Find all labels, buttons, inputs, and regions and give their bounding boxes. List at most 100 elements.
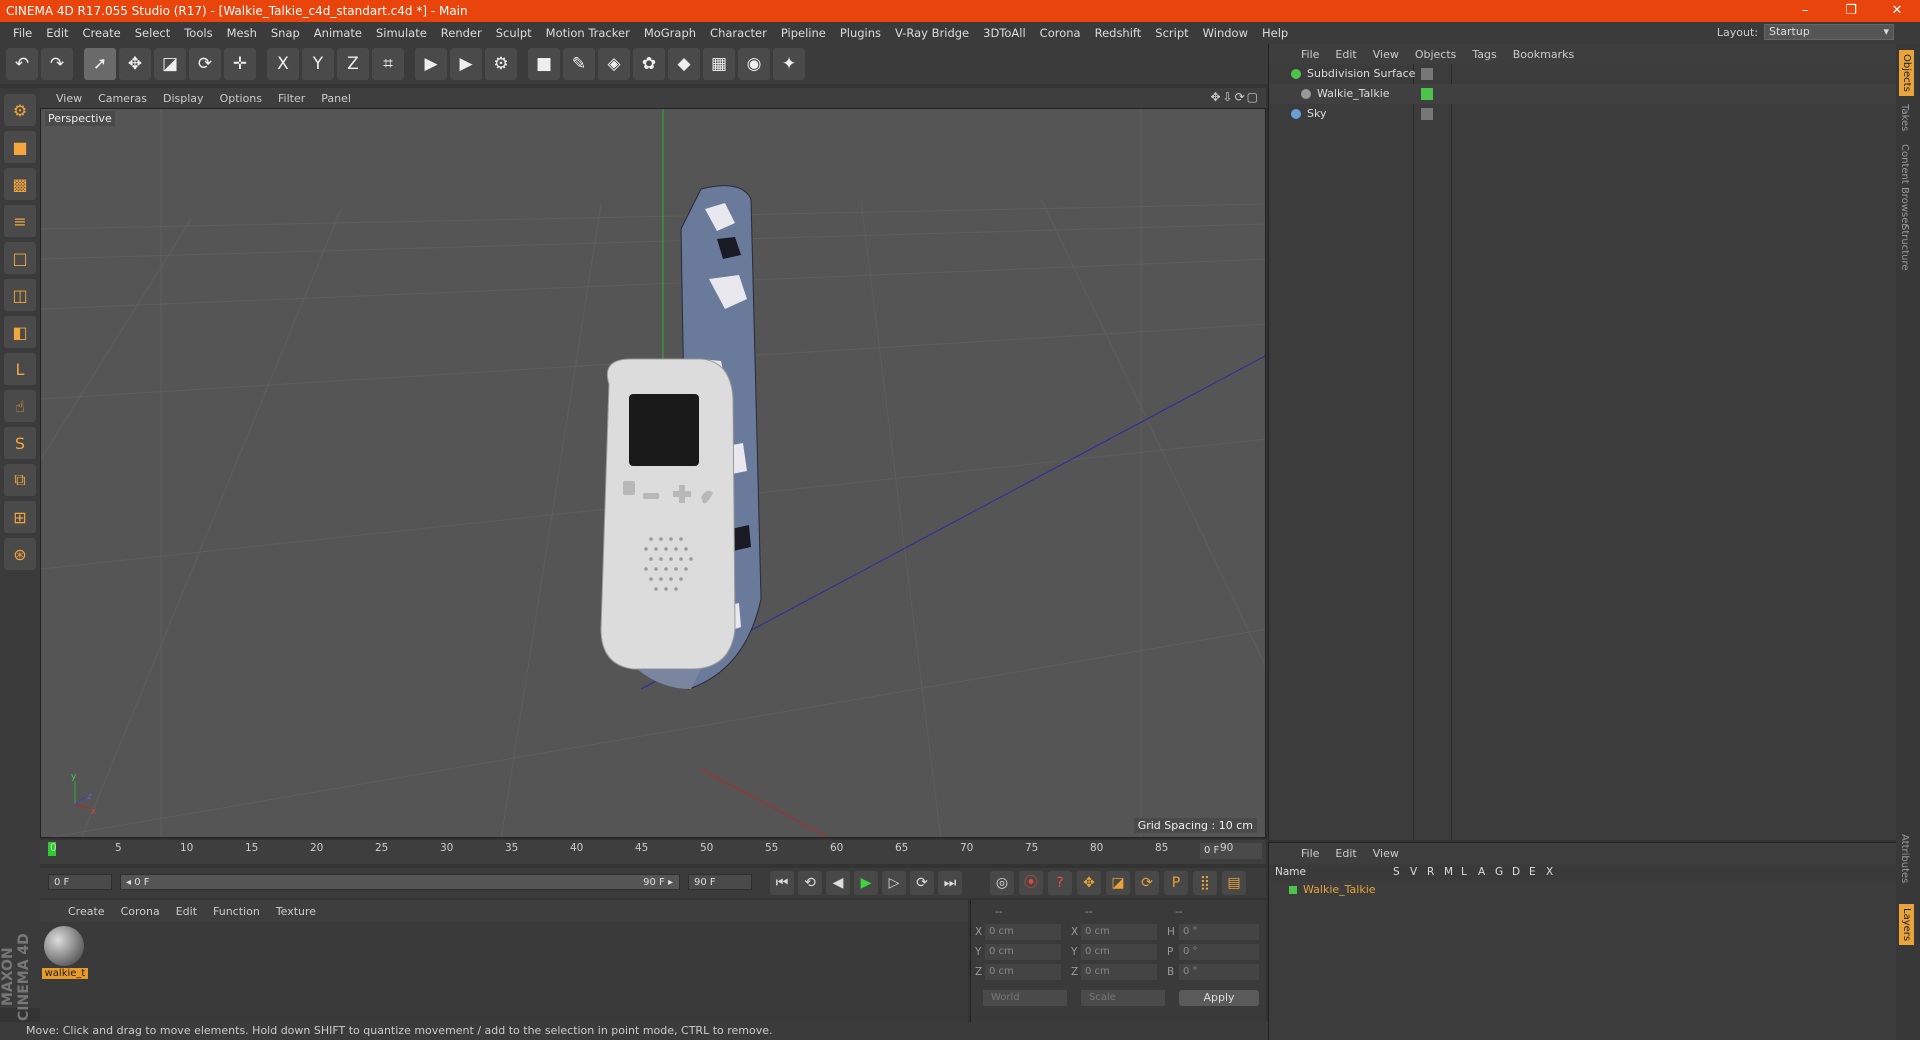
timeline-window-button[interactable]: ▤ [1222,871,1246,895]
object-row-sky[interactable]: Sky [1269,104,1897,124]
layer-column-m[interactable]: M [1444,866,1453,878]
undo-button[interactable]: ↶ [6,48,38,80]
object-menu-tags[interactable]: Tags [1464,48,1504,61]
object-menu-view[interactable]: View [1365,48,1407,61]
layer-row[interactable]: Walkie_Talkie [1269,881,1897,899]
layer-menu-edit[interactable]: Edit [1327,847,1364,860]
viewport-menu-panel[interactable]: Panel [313,92,359,105]
layer-column-d[interactable]: D [1512,866,1520,878]
object-row-walkie-talkie[interactable]: Walkie_Talkie [1269,84,1897,104]
light-button[interactable]: ✦ [773,48,805,80]
x-axis-button[interactable]: X [267,48,299,80]
camera-button[interactable]: ◉ [738,48,770,80]
menu-sculpt[interactable]: Sculpt [489,22,539,44]
go-to-end-button[interactable]: ⏭ [938,871,962,895]
points-mode-icon[interactable]: □ [4,242,36,274]
solo-icon[interactable]: ⊛ [4,538,36,570]
walkie-talkie-model[interactable] [600,185,762,690]
z-axis-button[interactable]: Z [337,48,369,80]
deformer-button[interactable]: ◆ [668,48,700,80]
layer-column-x[interactable]: X [1546,866,1553,878]
go-to-start-button[interactable]: ⏮ [770,871,794,895]
layer-column-v[interactable]: V [1410,866,1417,878]
side-tab-takes[interactable]: Takes [1899,104,1910,131]
coord-system-button[interactable]: ⌗ [372,48,404,80]
prev-key-button[interactable]: ⟲ [798,871,822,895]
menu-render[interactable]: Render [434,22,489,44]
key-position-button[interactable]: ✥ [1077,871,1101,895]
magnet-icon[interactable]: ⧉ [4,464,36,496]
apply-button[interactable]: Apply [1179,990,1259,1006]
render-settings-button[interactable]: ⚙ [485,48,517,80]
viewport-menu-cameras[interactable]: Cameras [90,92,155,105]
menu-v-ray-bridge[interactable]: V-Ray Bridge [888,22,976,44]
layer-column-l[interactable]: L [1461,866,1467,878]
subdivision-surface-button[interactable]: ◈ [598,48,630,80]
material-menu-texture[interactable]: Texture [268,905,324,918]
object-menu-bookmarks[interactable]: Bookmarks [1505,48,1582,61]
end-frame-field[interactable]: 90 F [688,874,752,890]
object-name[interactable]: Walkie_Talkie [1317,84,1390,104]
object-row-subdivision-surface[interactable]: Subdivision Surface [1269,64,1897,84]
transform-tool-button[interactable]: ✛ [224,48,256,80]
floor-button[interactable]: ▦ [703,48,735,80]
redo-button[interactable]: ↷ [41,48,73,80]
autokey-icon[interactable]: ◎ [990,871,1014,895]
viewport-menu-filter[interactable]: Filter [270,92,313,105]
menu-file[interactable]: File [6,22,39,44]
side-tab-layers[interactable]: Layers [1899,904,1914,946]
menu-help[interactable]: Help [1255,22,1295,44]
layer-column-r[interactable]: R [1427,866,1434,878]
key-rotation-button[interactable]: ⟳ [1135,871,1159,895]
sculpt-icon[interactable]: ⚙ [4,94,36,126]
edges-mode-icon[interactable]: ◫ [4,279,36,311]
texture-mode-icon[interactable]: ▩ [4,168,36,200]
prev-frame-button[interactable]: ◀ [826,871,850,895]
layout-dropdown[interactable]: Startup [1764,24,1894,40]
viewport-menu-options[interactable]: Options [212,92,270,105]
side-tab-objects[interactable]: Objects [1899,50,1914,96]
key-scale-button[interactable]: ◪ [1106,871,1130,895]
object-name[interactable]: Subdivision Surface [1307,64,1415,84]
layer-color-swatch[interactable] [1289,886,1297,894]
side-tab-attributes[interactable]: Attributes [1899,834,1910,883]
menu-mesh[interactable]: Mesh [220,22,264,44]
size-y-field[interactable]: 0 cm [1081,944,1157,960]
size-z-field[interactable]: 0 cm [1081,964,1157,980]
render-view-button[interactable]: ▶ [415,48,447,80]
play-button[interactable]: ▶ [854,871,878,895]
menu-create[interactable]: Create [76,22,128,44]
layer-column-g[interactable]: G [1495,866,1503,878]
y-axis-button[interactable]: Y [302,48,334,80]
side-tab-content-browser[interactable]: Content Browser [1899,144,1910,227]
menu-select[interactable]: Select [128,22,177,44]
pen-spline-button[interactable]: ✎ [563,48,595,80]
workplane-icon[interactable]: ≡ [4,205,36,237]
menu-snap[interactable]: Snap [264,22,307,44]
side-tab-structure[interactable]: Structure [1899,224,1910,271]
visibility-dots-icon[interactable] [1421,88,1433,100]
move-tool-button[interactable]: ✥ [119,48,151,80]
viewport-camera-label[interactable]: Perspective [45,111,115,126]
key-parameter-button[interactable]: P [1164,871,1188,895]
rotate-tool-button[interactable]: ⟳ [189,48,221,80]
layer-menu-view[interactable]: View [1365,847,1407,860]
material-menu-create[interactable]: Create [60,905,113,918]
tweak-mode-icon[interactable]: ☝ [4,390,36,422]
menu-plugins[interactable]: Plugins [833,22,888,44]
minimize-button[interactable]: – [1782,0,1828,22]
viewport-menu-display[interactable]: Display [155,92,212,105]
menu-motion-tracker[interactable]: Motion Tracker [539,22,637,44]
render-picture-viewer-button[interactable]: ▶ [450,48,482,80]
cloner-button[interactable]: ✿ [633,48,665,80]
next-frame-button[interactable]: ▷ [882,871,906,895]
restore-button[interactable]: ❐ [1828,0,1874,22]
layer-menu-file[interactable]: File [1293,847,1327,860]
workplane-lock-icon[interactable]: ⊞ [4,501,36,533]
keyframe-selection-button[interactable]: ? [1048,871,1072,895]
position-x-field[interactable]: 0 cm [985,924,1061,940]
menu-3dtoall[interactable]: 3DToAll [976,22,1033,44]
snap-icon[interactable]: S [4,427,36,459]
menu-window[interactable]: Window [1196,22,1255,44]
size-mode-dropdown[interactable]: Scale [1081,990,1165,1006]
